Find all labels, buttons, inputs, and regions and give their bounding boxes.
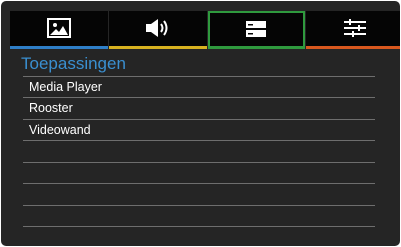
menu-row-empty [23,184,375,206]
app-list-icon [243,18,269,45]
category-tab-bar [10,11,400,49]
menu-item-videowand[interactable]: Videowand [23,120,375,141]
app-window: Toepassingen Media Player Rooster Videow… [1,1,400,246]
picture-icon [46,17,72,44]
speaker-icon [143,17,173,44]
tab-sound-accent [108,46,207,49]
menu-row-empty [23,141,375,163]
tab-applications-accent [209,46,304,49]
menu-row-empty [23,227,375,246]
menu-item-media-player[interactable]: Media Player [23,76,375,98]
tab-settings-accent [306,46,400,49]
application-menu-list: Media Player Rooster Videowand [23,76,375,246]
tab-picture-accent [10,46,108,49]
menu-item-rooster[interactable]: Rooster [23,98,375,120]
section-title: Toepassingen [21,54,126,73]
tab-settings[interactable] [306,11,400,49]
tab-sound[interactable] [108,11,207,49]
tab-picture[interactable] [10,11,108,49]
tab-applications[interactable] [207,11,306,49]
sliders-icon [341,17,369,44]
menu-row-empty [23,206,375,227]
menu-row-empty [23,163,375,184]
